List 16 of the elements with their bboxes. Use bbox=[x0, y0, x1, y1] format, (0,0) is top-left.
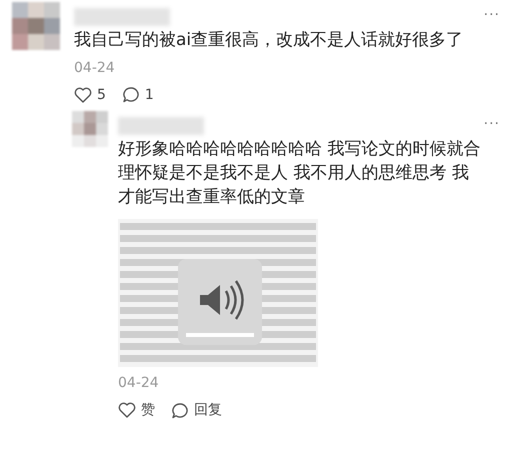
comment-icon bbox=[171, 402, 189, 418]
like-button[interactable]: 赞 bbox=[118, 401, 155, 419]
comment-icon bbox=[122, 86, 140, 103]
post-date: 04-24 bbox=[118, 375, 160, 391]
like-button[interactable]: 5 bbox=[74, 86, 106, 103]
comment-text: 好形象哈哈哈哈哈哈哈哈哈 我写论文的时候就合理怀疑是不是我不是人 我不用人的思维思考 我才能写出查重率低的文章 bbox=[118, 138, 482, 209]
heart-icon bbox=[118, 402, 136, 418]
comment-text: 我自己写的被ai查重很高，改成不是人话就好很多了 bbox=[74, 29, 464, 52]
avatar[interactable] bbox=[12, 2, 60, 50]
reply-button[interactable]: 回复 bbox=[171, 401, 222, 419]
avatar[interactable] bbox=[72, 111, 108, 147]
more-button[interactable]: ··· bbox=[484, 7, 500, 23]
reply-button[interactable]: 1 bbox=[122, 86, 154, 103]
post-date: 04-24 bbox=[74, 60, 116, 76]
more-button[interactable]: ··· bbox=[484, 116, 500, 132]
heart-icon bbox=[74, 86, 92, 102]
